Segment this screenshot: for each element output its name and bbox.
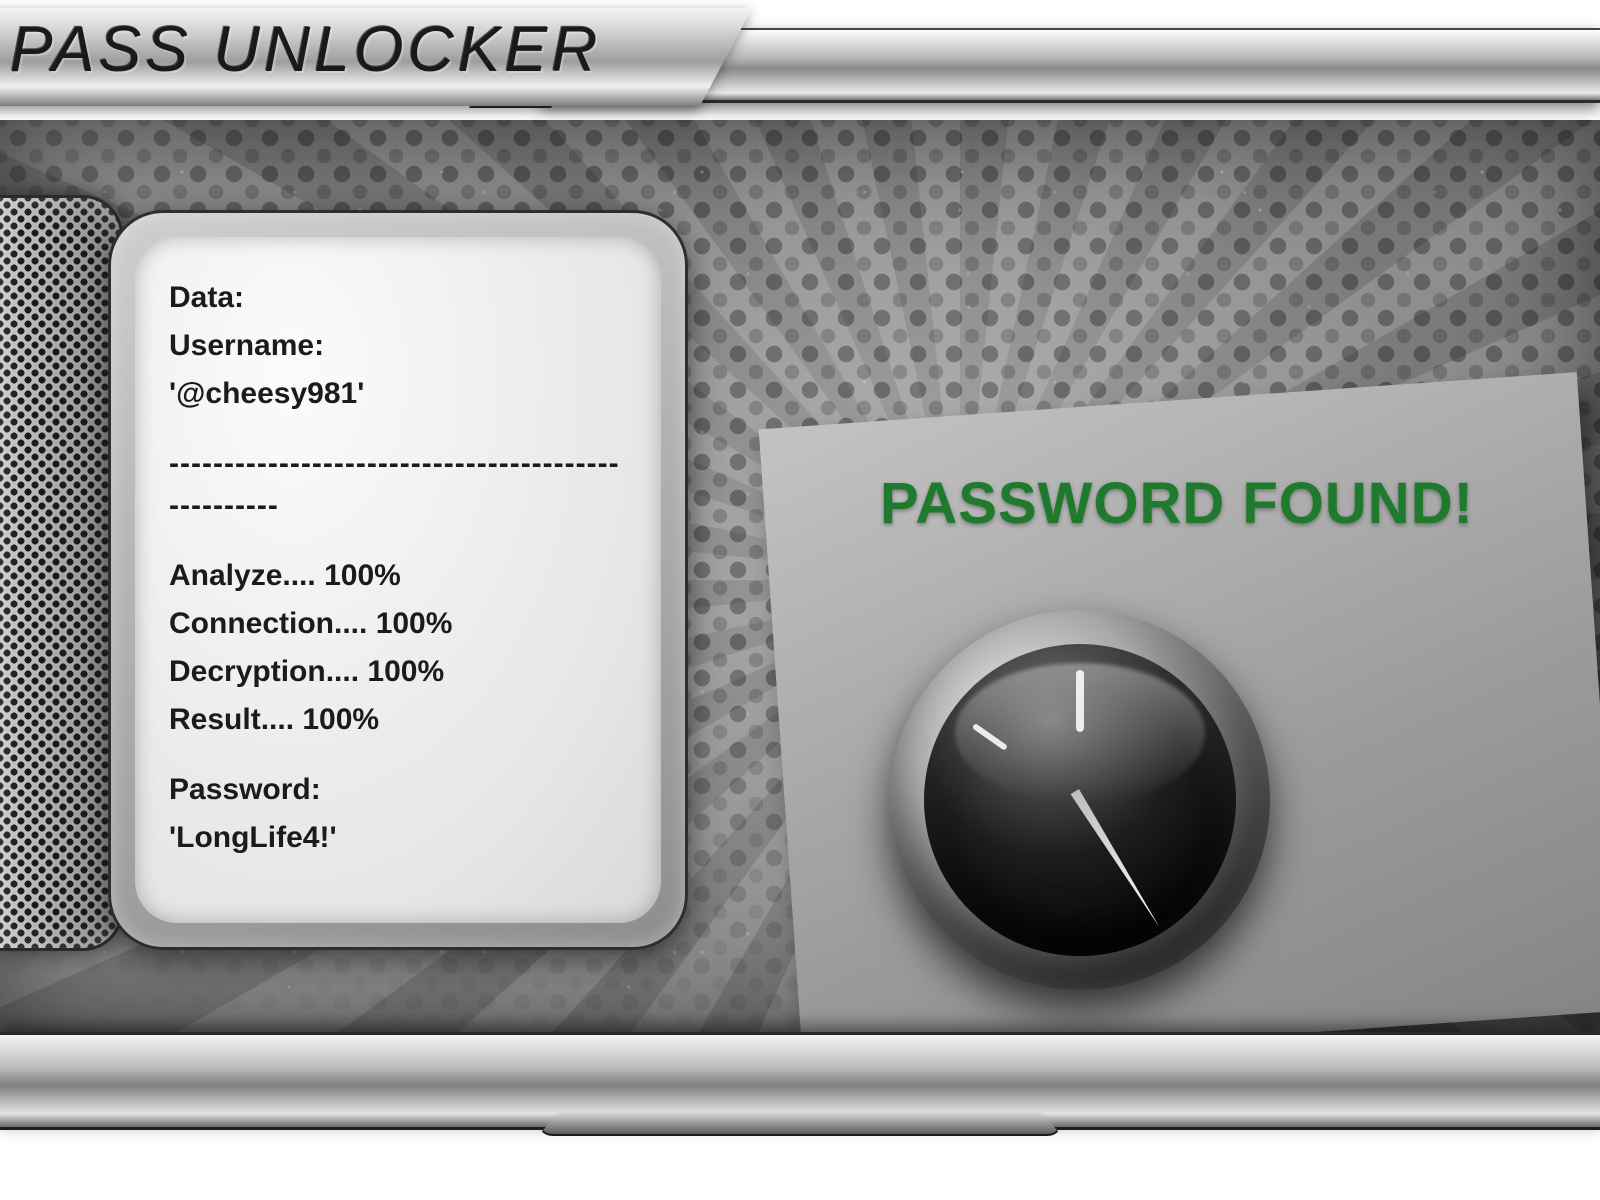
status-banner: PASSWORD FOUND! [880, 470, 1474, 537]
app-title: PASS UNLOCKER [10, 12, 601, 86]
password-label: Password: [169, 769, 627, 811]
dial-tick-icon [1076, 670, 1084, 732]
progress-result: Result.... 100% [169, 699, 627, 741]
app-window: PASS UNLOCKER Data: Username: '@cheesy98… [0, 0, 1600, 1200]
data-panel-inner: Data: Username: '@cheesy981' -----------… [135, 237, 661, 923]
progress-analyze: Analyze.... 100% [169, 555, 627, 597]
gauge-dial[interactable] [890, 610, 1270, 990]
header: PASS UNLOCKER [0, 0, 1600, 130]
data-label: Data: [169, 277, 627, 319]
password-value: 'LongLife4!' [169, 817, 627, 859]
dial-tick-icon [972, 723, 1008, 751]
dial-face [924, 644, 1236, 956]
progress-connection: Connection.... 100% [169, 603, 627, 645]
username-label: Username: [169, 325, 627, 367]
username-value: '@cheesy981' [169, 373, 627, 415]
mesh-side-plate [0, 195, 123, 951]
footer-notch [538, 1112, 1062, 1136]
divider: ----------------------------------------… [169, 443, 627, 527]
progress-decryption: Decryption.... 100% [169, 651, 627, 693]
data-panel: Data: Username: '@cheesy981' -----------… [108, 210, 688, 950]
